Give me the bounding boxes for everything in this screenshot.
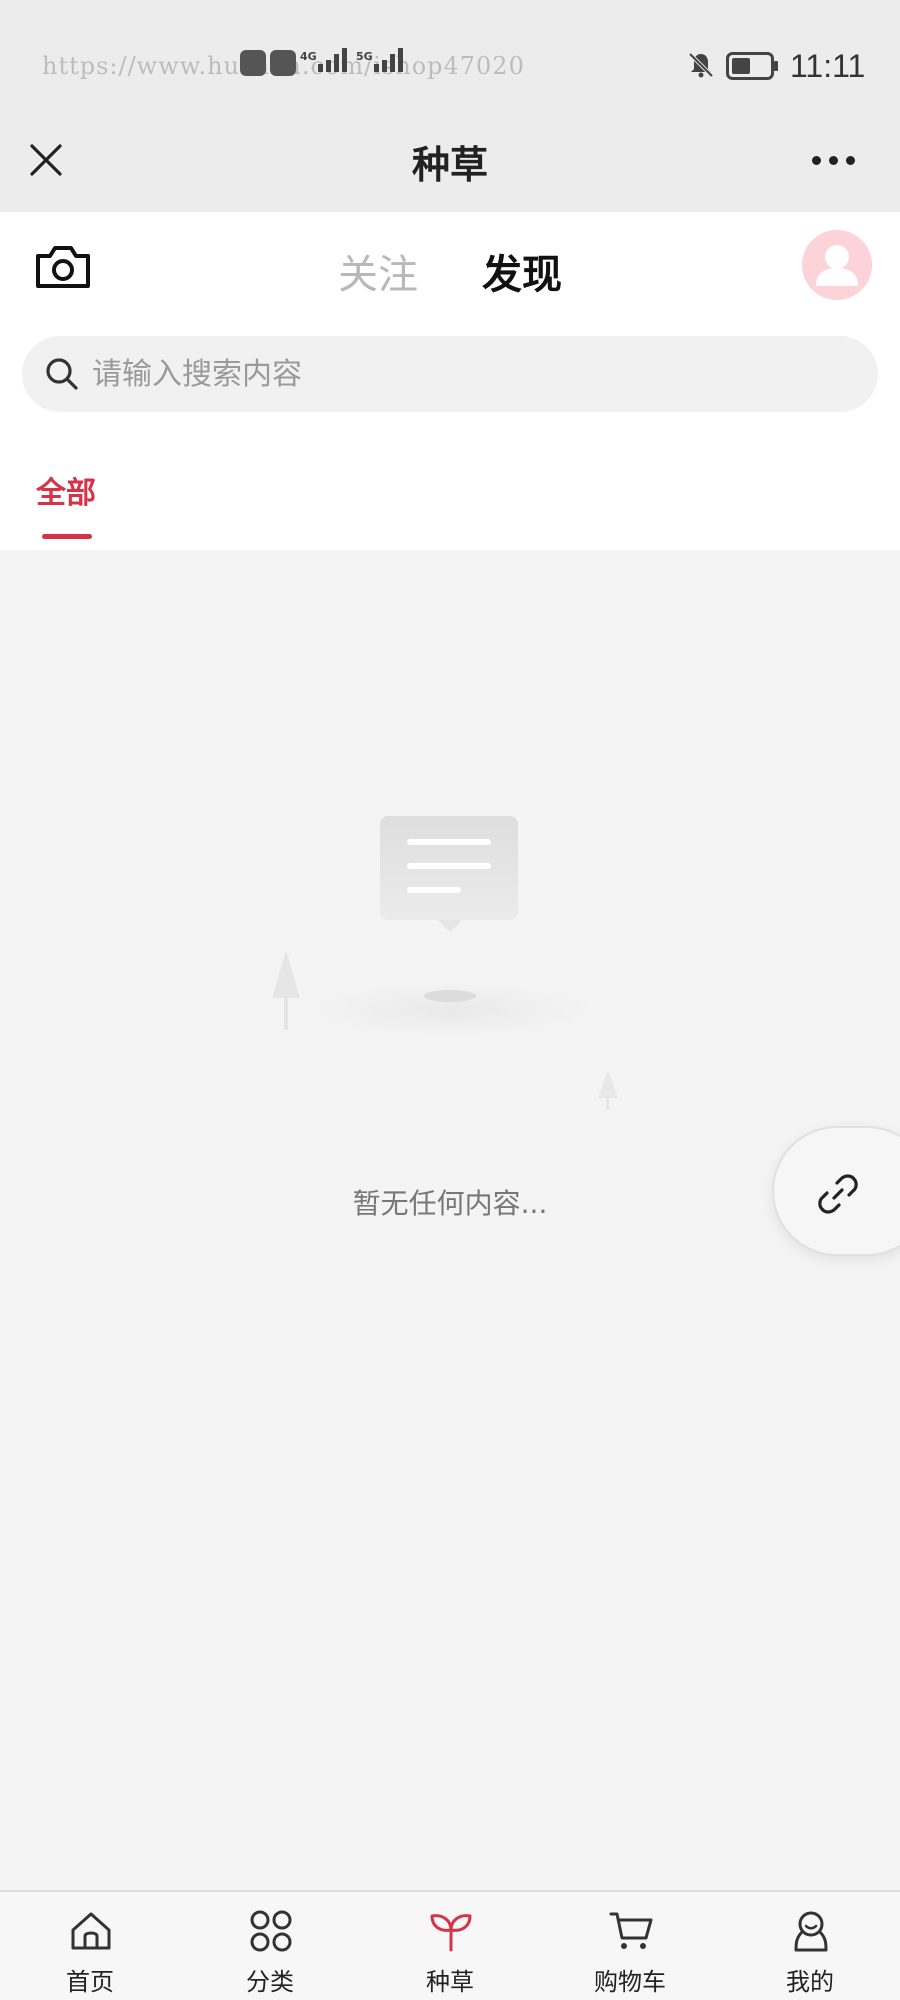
- category-tab-all[interactable]: 全部: [36, 468, 96, 512]
- more-icon[interactable]: [812, 148, 860, 172]
- nav-label: 分类: [246, 1968, 294, 1996]
- bottom-nav: 首页 分类 种草 购物车 我的: [0, 1890, 900, 2000]
- nav-label: 种草: [426, 1968, 474, 1996]
- clock: 11:11: [790, 48, 866, 84]
- sim-icon: [240, 50, 266, 76]
- category-tab-indicator: [42, 534, 92, 539]
- user-icon: [816, 245, 858, 286]
- empty-message: 暂无任何内容...: [352, 1187, 548, 1220]
- cart-icon: [609, 1912, 653, 1949]
- battery-icon: [726, 52, 778, 80]
- grid-icon: [250, 1910, 292, 1952]
- network-badges: [240, 50, 296, 76]
- bell-muted-icon: [688, 52, 714, 78]
- link-icon: [818, 1174, 858, 1214]
- home-icon: [71, 1912, 111, 1950]
- profile-icon: [794, 1911, 828, 1952]
- network-label-4g: 4G: [300, 50, 317, 63]
- tab-follow[interactable]: 关注: [338, 242, 418, 300]
- nav-item-cart[interactable]: 购物车: [570, 1892, 690, 2000]
- status-bar: https://www.huzhan.com/ishop47020 4G 5G …: [0, 0, 900, 108]
- share-link-button[interactable]: [772, 1126, 900, 1256]
- nav-item-zhongcao[interactable]: 种草: [390, 1892, 510, 2000]
- nav-label: 首页: [66, 1968, 114, 1996]
- signal-5g-icon: [374, 48, 403, 72]
- search-bar[interactable]: [22, 336, 878, 412]
- network-label-5g: 5G: [356, 50, 373, 63]
- avatar[interactable]: [802, 230, 872, 300]
- search-icon: [46, 358, 78, 390]
- sprout-icon: [430, 1914, 472, 1952]
- search-input[interactable]: [92, 336, 852, 412]
- nav-label: 我的: [786, 1968, 834, 1996]
- page-title: 种草: [411, 143, 488, 187]
- title-bar: 种草: [0, 108, 900, 212]
- hd-icon: [270, 50, 296, 76]
- signal-4g-icon: [318, 48, 347, 72]
- nav-item-mine[interactable]: 我的: [750, 1892, 870, 2000]
- nav-item-category[interactable]: 分类: [210, 1892, 330, 2000]
- camera-icon[interactable]: [34, 242, 92, 292]
- nav-label: 购物车: [594, 1968, 666, 1996]
- empty-illustration: [272, 816, 618, 1110]
- tab-discover[interactable]: 发现: [482, 242, 562, 300]
- header: 关注 发现 全部: [0, 212, 900, 550]
- nav-item-home[interactable]: 首页: [30, 1892, 150, 2000]
